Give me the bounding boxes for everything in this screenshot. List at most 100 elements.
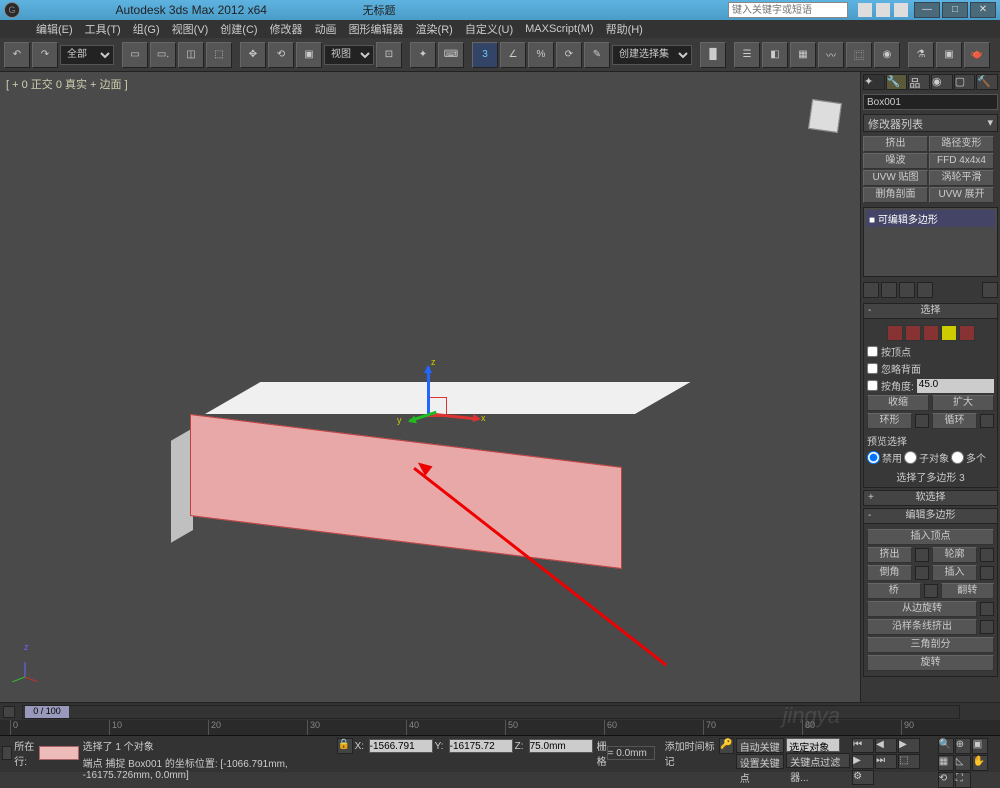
menu-group[interactable]: 组(G): [127, 21, 166, 37]
loop-button[interactable]: 循环: [932, 413, 977, 429]
pivot-button[interactable]: ⊡: [376, 42, 402, 68]
mod-turbosmooth[interactable]: 涡轮平滑: [929, 170, 994, 186]
timeline-toggle-icon[interactable]: [3, 706, 15, 718]
insert-vertex-button[interactable]: 插入顶点: [867, 529, 994, 545]
outline-button[interactable]: 轮廓: [932, 547, 977, 563]
retriangulate-button[interactable]: 旋转: [867, 655, 994, 671]
redo-button[interactable]: ↷: [32, 42, 58, 68]
menu-animation[interactable]: 动画: [309, 21, 343, 37]
configure-sets-icon[interactable]: [982, 282, 998, 298]
motion-tab[interactable]: ◉: [931, 74, 953, 90]
by-angle-check[interactable]: [867, 380, 878, 391]
gizmo-z-axis[interactable]: [427, 367, 430, 415]
help-icon[interactable]: [894, 3, 908, 17]
select-name-button[interactable]: ▭.: [150, 42, 176, 68]
scale-button[interactable]: ▣: [296, 42, 322, 68]
ring-spin[interactable]: [915, 414, 929, 428]
flip-button[interactable]: 翻转: [941, 583, 995, 599]
material-editor-button[interactable]: ◉: [874, 42, 900, 68]
set-key-button[interactable]: 设置关键点: [736, 754, 785, 769]
bridge-settings[interactable]: [924, 584, 938, 598]
bridge-button[interactable]: 桥: [867, 583, 921, 599]
key-mode-icon[interactable]: 🔑: [719, 738, 733, 754]
graphite-button[interactable]: ▦: [790, 42, 816, 68]
subobj-vertex-icon[interactable]: [887, 325, 903, 341]
preview-multi-radio[interactable]: [951, 451, 964, 464]
search-icon[interactable]: [858, 3, 872, 17]
subobj-element-icon[interactable]: [959, 325, 975, 341]
subobj-edge-icon[interactable]: [905, 325, 921, 341]
stack-editable-poly[interactable]: ■ 可编辑多边形: [866, 210, 995, 227]
schematic-button[interactable]: ⿴: [846, 42, 872, 68]
select-region-button[interactable]: ◫: [178, 42, 204, 68]
zoom-button[interactable]: 🔍: [938, 738, 954, 754]
move-button[interactable]: ✥: [240, 42, 266, 68]
app-logo-icon[interactable]: G: [4, 2, 20, 18]
menu-rendering[interactable]: 渲染(R): [410, 21, 459, 37]
menu-views[interactable]: 视图(V): [166, 21, 215, 37]
menu-help[interactable]: 帮助(H): [600, 21, 649, 37]
pin-stack-icon[interactable]: [863, 282, 879, 298]
orbit-button[interactable]: ⟲: [938, 772, 954, 788]
menu-maxscript[interactable]: MAXScript(M): [519, 23, 599, 35]
play-button[interactable]: ▶: [898, 738, 920, 753]
window-crossing-button[interactable]: ⬚: [206, 42, 232, 68]
inset-button[interactable]: 插入: [932, 565, 977, 581]
menu-modifiers[interactable]: 修改器: [264, 21, 309, 37]
display-tab[interactable]: ▢: [954, 74, 976, 90]
preview-off-radio[interactable]: [867, 451, 880, 464]
render-button[interactable]: 🫖: [964, 42, 990, 68]
curve-editor-button[interactable]: 〰: [818, 42, 844, 68]
percent-snap-button[interactable]: %: [528, 42, 554, 68]
coord-z-input[interactable]: [529, 739, 593, 753]
window-max-button[interactable]: □: [942, 2, 968, 18]
mod-pathdeform[interactable]: 路径变形: [929, 136, 994, 152]
goto-start-button[interactable]: ⏮: [852, 738, 874, 753]
mod-uvwmap[interactable]: UVW 贴图: [863, 170, 928, 186]
preview-subobj-radio[interactable]: [904, 451, 917, 464]
time-ruler[interactable]: 0102030405060708090: [0, 720, 1000, 736]
rollout-selection[interactable]: -选择: [863, 303, 998, 319]
layers-button[interactable]: ◧: [762, 42, 788, 68]
menu-grapheditors[interactable]: 图形编辑器: [343, 21, 410, 37]
goto-end-button[interactable]: ⏭: [875, 754, 897, 769]
ref-coord-dropdown[interactable]: 视图: [324, 45, 374, 65]
key-filter-selected[interactable]: 选定对象: [786, 738, 840, 752]
signin-icon[interactable]: [876, 3, 890, 17]
extrude-button[interactable]: 挤出: [867, 547, 912, 563]
time-slider[interactable]: 0 / 100: [0, 702, 1000, 720]
auto-key-button[interactable]: 自动关键点: [736, 738, 785, 753]
keyboard-button[interactable]: ⌨: [438, 42, 464, 68]
time-config-button[interactable]: ⚙: [852, 770, 874, 785]
zoom-extents-button[interactable]: ▣: [972, 738, 988, 754]
coord-x-input[interactable]: [369, 739, 433, 753]
show-end-icon[interactable]: [881, 282, 897, 298]
window-close-button[interactable]: ✕: [970, 2, 996, 18]
selection-filter[interactable]: 全部: [60, 45, 114, 65]
exspline-settings[interactable]: [980, 620, 994, 634]
angle-spinner[interactable]: 45.0: [917, 379, 994, 393]
mirror-button[interactable]: ▐▌: [700, 42, 726, 68]
mod-ffd[interactable]: FFD 4x4x4: [929, 153, 994, 169]
script-toggle-icon[interactable]: [2, 746, 12, 760]
named-sel-dropdown[interactable]: 创建选择集: [612, 45, 692, 65]
coord-y-input[interactable]: [449, 739, 513, 753]
prev-frame-button[interactable]: ◀: [875, 738, 897, 753]
undo-button[interactable]: ↶: [4, 42, 30, 68]
bevel-settings[interactable]: [915, 566, 929, 580]
angle-snap-button[interactable]: ∠: [500, 42, 526, 68]
menu-tools[interactable]: 工具(T): [79, 21, 127, 37]
snap-button[interactable]: 3: [472, 42, 498, 68]
modify-tab[interactable]: 🔧: [886, 74, 908, 90]
rendered-frame-button[interactable]: ▣: [936, 42, 962, 68]
spinner-snap-button[interactable]: ⟳: [556, 42, 582, 68]
shrink-button[interactable]: 收缩: [867, 395, 929, 411]
hinge-button[interactable]: 从边旋转: [867, 601, 977, 617]
create-tab[interactable]: ✦: [863, 74, 885, 90]
menu-create[interactable]: 创建(C): [214, 21, 263, 37]
unique-icon[interactable]: [899, 282, 915, 298]
align-button[interactable]: ☰: [734, 42, 760, 68]
zoom-all-button[interactable]: ⊕: [955, 738, 971, 754]
extrude-settings[interactable]: [915, 548, 929, 562]
add-time-tag[interactable]: 添加时间标记: [665, 738, 716, 768]
